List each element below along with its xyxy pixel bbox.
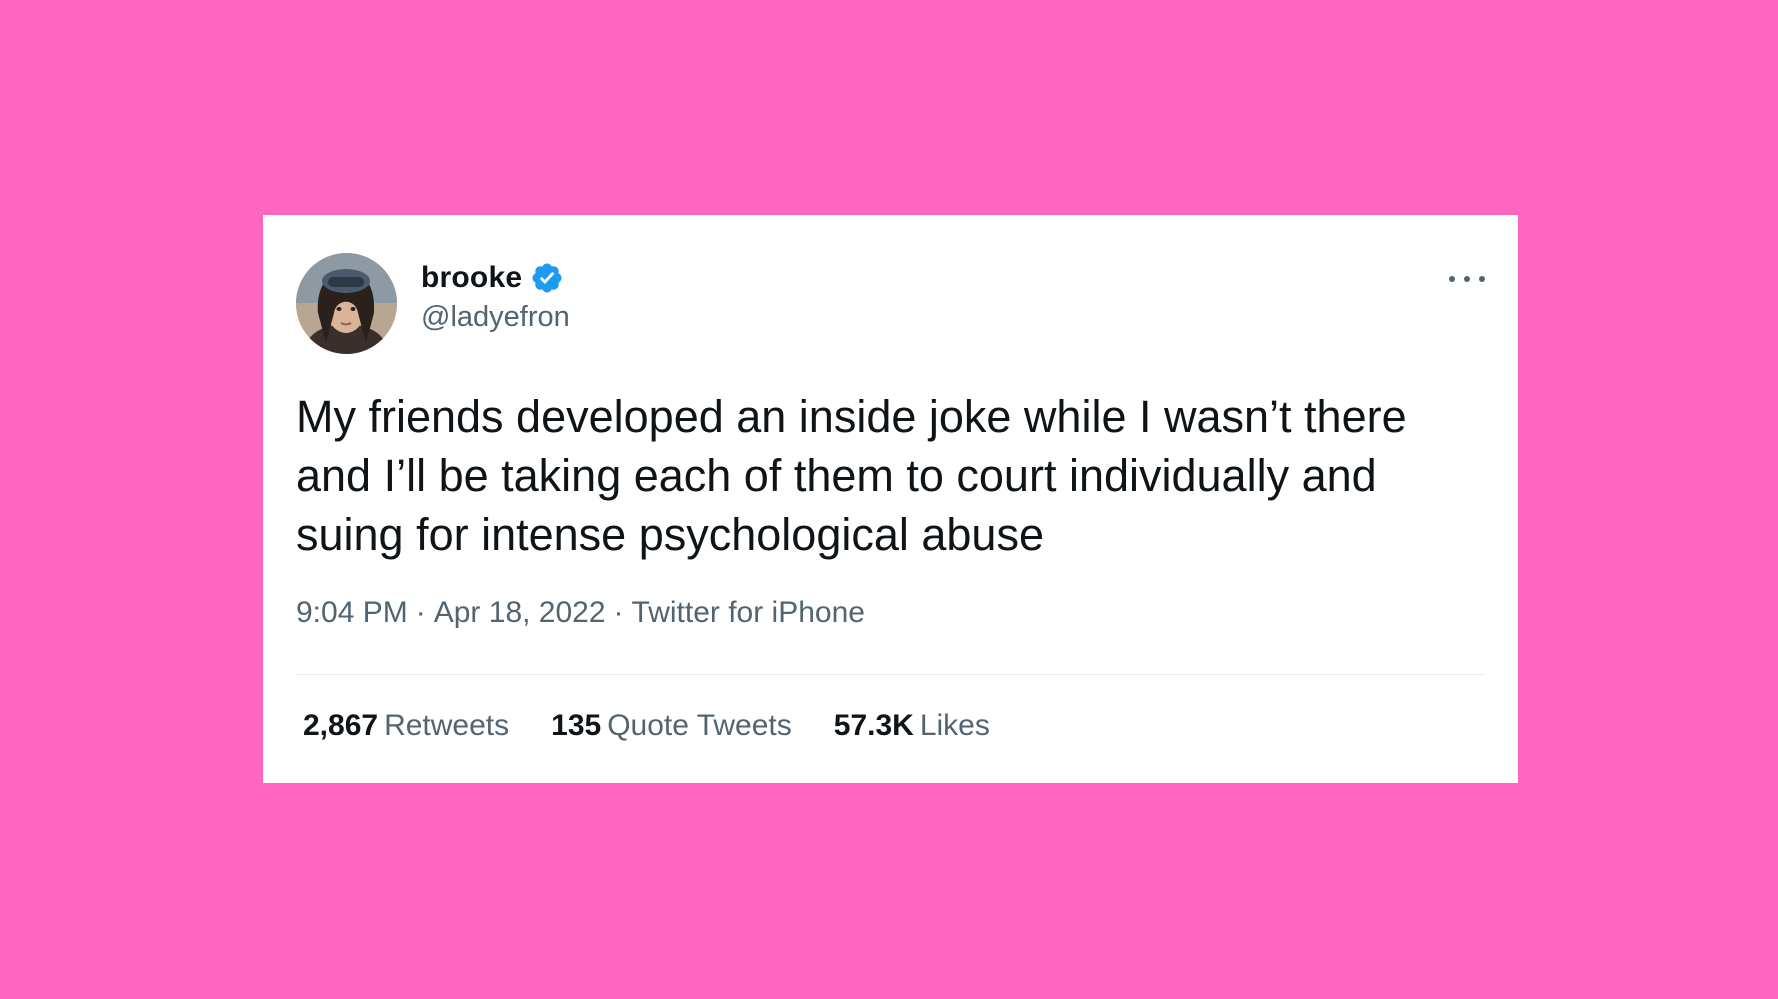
tweet-stats: 2,867 Retweets 135 Quote Tweets 57.3K Likes	[303, 709, 1032, 743]
likes-count: 57.3K	[833, 709, 914, 742]
tweet-text: My friends developed an inside joke whil…	[296, 391, 1407, 560]
quote-tweets-stat[interactable]: 135 Quote Tweets	[551, 709, 792, 743]
dot	[1464, 276, 1470, 282]
quote-tweets-label: Quote Tweets	[607, 709, 792, 742]
tweet-time[interactable]: 9:04 PM	[296, 596, 408, 629]
avatar[interactable]	[296, 253, 397, 354]
more-options-icon[interactable]	[1449, 267, 1485, 291]
avatar-image	[296, 253, 397, 354]
user-info: brooke @ladyefron	[421, 259, 570, 334]
user-handle[interactable]: @ladyefron	[421, 301, 570, 334]
retweets-label: Retweets	[384, 709, 510, 742]
meta-separator: ·	[415, 596, 426, 629]
meta-separator: ·	[613, 596, 624, 629]
tweet-card: brooke @ladyefron My friends developed a…	[263, 215, 1518, 783]
likes-stat[interactable]: 57.3K Likes	[834, 709, 990, 743]
display-name[interactable]: brooke	[421, 261, 522, 295]
tweet-meta: 9:04 PM · Apr 18, 2022 · Twitter for iPhone	[296, 596, 865, 630]
tweet-source[interactable]: Twitter for iPhone	[632, 596, 865, 629]
retweets-count: 2,867	[303, 709, 379, 742]
verified-badge-icon	[530, 261, 564, 295]
dot	[1479, 276, 1485, 282]
divider	[296, 674, 1485, 675]
tweet-date[interactable]: Apr 18, 2022	[434, 596, 606, 629]
likes-label: Likes	[919, 709, 990, 742]
quote-tweets-count: 135	[551, 709, 602, 742]
name-row: brooke	[421, 259, 570, 297]
retweets-stat[interactable]: 2,867 Retweets	[303, 709, 509, 743]
dot	[1449, 276, 1455, 282]
